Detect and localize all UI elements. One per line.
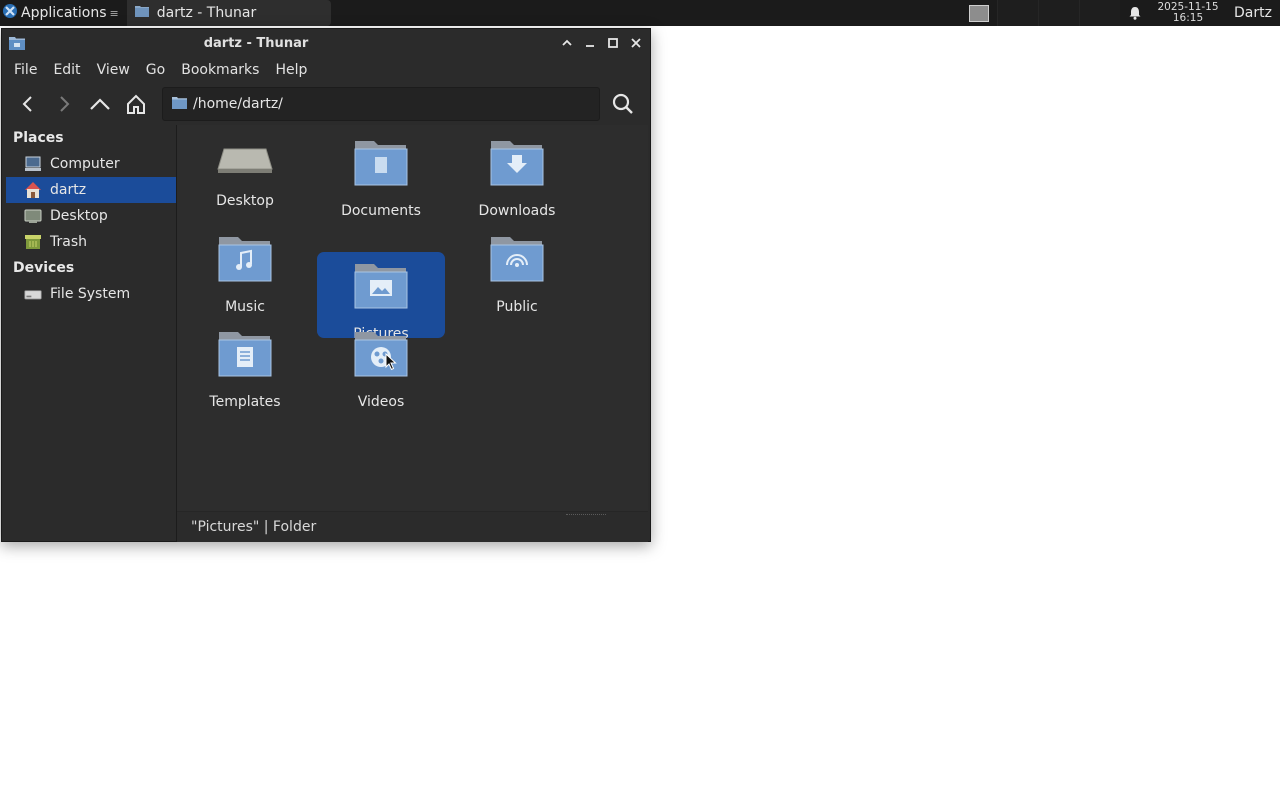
downloads-folder-icon (488, 139, 546, 193)
thunar-window: dartz - Thunar File Edit View Go Bookmar… (1, 28, 651, 542)
menubar: File Edit View Go Bookmarks Help (2, 57, 650, 83)
top-panel: Applications ≡ dartz - Thunar 2025-11-15… (0, 0, 1280, 26)
status-bar: "Pictures" | Folder (177, 511, 648, 542)
documents-folder-icon (352, 139, 410, 193)
xfce-logo-icon (2, 3, 18, 23)
chevron-right-icon (60, 96, 70, 112)
sidebar-item-label: File System (50, 286, 131, 302)
file-icon-view[interactable]: Desktop Documents Downloads Music Pictur… (177, 125, 648, 511)
home-icon (24, 181, 42, 199)
file-item-videos[interactable]: Videos (317, 320, 445, 410)
sidebar-item-label: Desktop (50, 208, 108, 224)
menu-arrow-icon: ≡ (109, 6, 119, 20)
back-button[interactable] (10, 86, 46, 122)
taskbar-thunar-label: dartz - Thunar (156, 5, 257, 21)
file-item-public[interactable]: Public (453, 225, 581, 315)
menu-go[interactable]: Go (138, 62, 173, 78)
search-icon (612, 93, 633, 114)
file-item-label: Public (496, 299, 538, 315)
file-item-label: Downloads (478, 203, 556, 219)
menu-file[interactable]: File (6, 62, 45, 78)
sidebar-item-computer[interactable]: Computer (2, 151, 176, 177)
forward-button[interactable] (46, 86, 82, 122)
location-bar[interactable]: /home/dartz/ (162, 87, 600, 121)
window-title: dartz - Thunar (203, 35, 309, 51)
sidebar-item-label: Trash (50, 234, 87, 250)
home-icon (127, 94, 145, 114)
parent-folder-button[interactable] (82, 86, 118, 122)
menu-bookmarks[interactable]: Bookmarks (173, 62, 267, 78)
folder-icon (172, 96, 187, 113)
applications-label: Applications (21, 5, 107, 21)
menu-view[interactable]: View (89, 62, 138, 78)
music-folder-icon (216, 235, 274, 289)
workspace-1-thumbnail (969, 4, 989, 22)
sidebar-item-desktop[interactable]: Desktop (2, 203, 176, 229)
file-item-label: Desktop (216, 193, 274, 209)
desktop-folder-icon (216, 139, 274, 183)
sidebar-item-label: dartz (50, 182, 87, 198)
sidebar: Places Computer dartz Desktop Trash Devi… (2, 125, 177, 541)
file-item-label: Templates (209, 394, 281, 410)
file-item-desktop[interactable]: Desktop (181, 129, 309, 215)
clock-time: 16:15 (1172, 12, 1204, 24)
chevron-left-icon (22, 96, 32, 112)
location-path: /home/dartz/ (193, 96, 283, 112)
file-item-label: Documents (341, 203, 421, 219)
shade-button[interactable] (559, 35, 575, 51)
user-menu-button[interactable]: Dartz (1226, 5, 1280, 21)
applications-menu-button[interactable]: Applications ≡ (0, 0, 123, 26)
file-item-downloads[interactable]: Downloads (453, 129, 581, 219)
mouse-pointer-icon (385, 352, 397, 375)
folder-icon (134, 5, 149, 21)
notifications-bell-icon[interactable] (1120, 0, 1150, 26)
window-controls (559, 35, 644, 51)
maximize-button[interactable] (605, 35, 621, 51)
sidebar-item-file-system[interactable]: File System (2, 281, 176, 307)
sidebar-item-label: Computer (50, 156, 120, 172)
desktop-icon (24, 207, 42, 225)
chevron-up-icon (90, 98, 110, 110)
workspace-2-button[interactable] (997, 0, 1038, 26)
taskbar-thunar-button[interactable]: dartz - Thunar (126, 0, 331, 26)
templates-folder-icon (216, 330, 274, 384)
trash-icon (24, 233, 42, 251)
panel-clock[interactable]: 2025-11-15 16:15 (1150, 0, 1226, 26)
thunar-app-icon[interactable] (8, 35, 26, 55)
file-item-label: Videos (357, 394, 405, 410)
pictures-folder-icon (352, 262, 410, 316)
menu-help[interactable]: Help (267, 62, 315, 78)
search-button[interactable] (606, 87, 640, 121)
videos-folder-icon (352, 330, 410, 384)
computer-icon (24, 155, 42, 173)
file-item-templates[interactable]: Templates (181, 320, 309, 410)
devices-heading: Devices (13, 260, 75, 276)
drive-icon (24, 285, 42, 303)
minimize-button[interactable] (582, 35, 598, 51)
places-heading: Places (13, 130, 64, 146)
file-item-documents[interactable]: Documents (317, 129, 445, 219)
workspace-3-button[interactable] (1038, 0, 1079, 26)
public-folder-icon (488, 235, 546, 289)
file-item-music[interactable]: Music (181, 225, 309, 315)
sidebar-item-dartz[interactable]: dartz (6, 177, 176, 203)
window-titlebar[interactable]: dartz - Thunar (2, 29, 650, 57)
workspace-1-button[interactable] (961, 0, 997, 26)
home-button[interactable] (118, 86, 154, 122)
sidebar-item-trash[interactable]: Trash (2, 229, 176, 255)
workspace-4-button[interactable] (1079, 0, 1120, 26)
file-item-label: Music (225, 299, 265, 315)
toolbar: /home/dartz/ (2, 83, 650, 125)
status-text: "Pictures" | Folder (191, 519, 317, 535)
resize-grip[interactable] (566, 514, 606, 517)
close-button[interactable] (628, 35, 644, 51)
menu-edit[interactable]: Edit (45, 62, 88, 78)
